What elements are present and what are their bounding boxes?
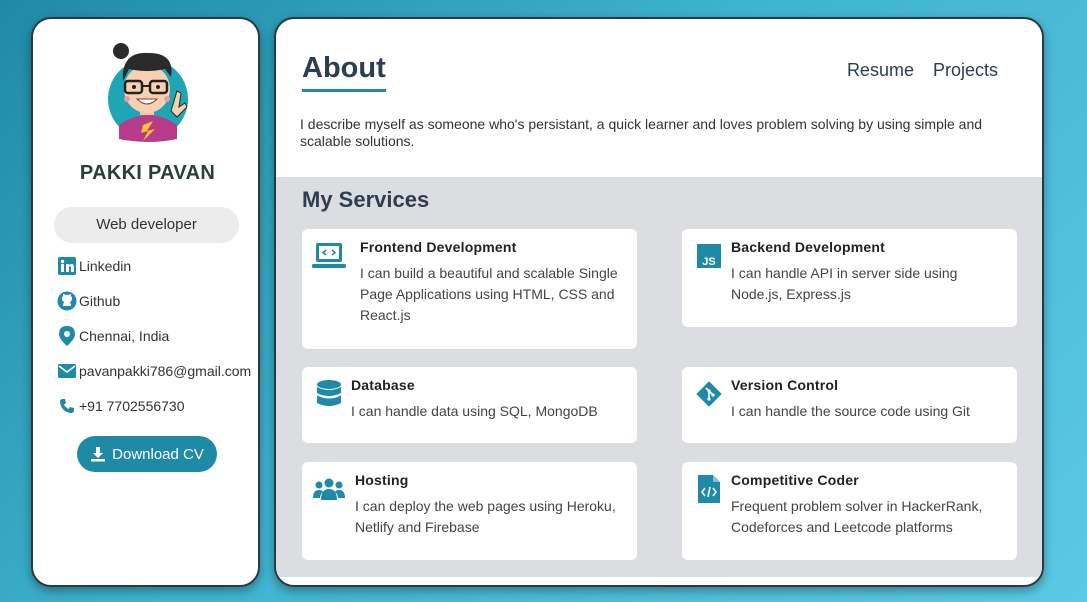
file-code-icon bbox=[692, 474, 726, 504]
git-icon bbox=[692, 379, 726, 409]
service-title: Backend Development bbox=[731, 239, 885, 255]
service-title: Version Control bbox=[731, 377, 839, 393]
location-item: Chennai, India bbox=[57, 325, 169, 347]
download-cv-label: Download CV bbox=[112, 445, 204, 463]
users-icon bbox=[312, 474, 346, 504]
mail-icon bbox=[57, 361, 77, 381]
service-text: I can deploy the web pages using Heroku,… bbox=[355, 498, 616, 535]
main-panel: About Resume Projects I describe myself … bbox=[274, 17, 1044, 587]
service-card-frontend: Frontend Development I can build a beaut… bbox=[302, 229, 637, 349]
linkedin-label: Linkedin bbox=[79, 258, 132, 274]
service-card-hosting: Hosting I can deploy the web pages using… bbox=[302, 462, 637, 560]
linkedin-link[interactable]: Linkedin bbox=[57, 255, 131, 277]
email-link[interactable]: pavanpakki786@gmail.com bbox=[57, 360, 251, 382]
service-title: Competitive Coder bbox=[731, 472, 859, 488]
page-title: About bbox=[302, 52, 386, 92]
linkedin-icon bbox=[57, 256, 77, 276]
phone-label: +91 7702556730 bbox=[79, 398, 185, 414]
profile-sidebar: PAKKI PAVAN Web developer Linkedin Githu… bbox=[31, 17, 260, 587]
avatar bbox=[108, 43, 188, 142]
service-text: I can handle API in server side using No… bbox=[731, 265, 958, 302]
github-icon bbox=[57, 291, 77, 311]
download-icon bbox=[91, 447, 106, 462]
phone-link[interactable]: +91 7702556730 bbox=[57, 395, 185, 417]
service-card-backend: JS Backend Development I can handle API … bbox=[682, 229, 1017, 327]
location-pin-icon bbox=[57, 326, 77, 346]
download-cv-button[interactable]: Download CV bbox=[77, 436, 217, 472]
database-icon bbox=[312, 379, 346, 409]
service-card-competitive: Competitive Coder Frequent problem solve… bbox=[682, 462, 1017, 560]
service-text: I can handle data using SQL, MongoDB bbox=[351, 403, 598, 419]
profile-name: PAKKI PAVAN bbox=[79, 162, 216, 184]
about-description: I describe myself as someone who's persi… bbox=[300, 116, 983, 149]
service-text: Frequent problem solver in HackerRank, C… bbox=[731, 498, 983, 535]
email-label: pavanpakki786@gmail.com bbox=[79, 363, 252, 379]
nav-resume[interactable]: Resume bbox=[847, 60, 914, 81]
nav-projects[interactable]: Projects bbox=[933, 60, 998, 81]
service-title: Hosting bbox=[355, 472, 409, 488]
service-text: I can build a beautiful and scalable Sin… bbox=[360, 265, 618, 323]
services-title: My Services bbox=[302, 187, 430, 212]
phone-icon bbox=[57, 396, 77, 416]
service-title: Database bbox=[351, 377, 415, 393]
laptop-code-icon bbox=[312, 241, 346, 271]
github-link[interactable]: Github bbox=[57, 290, 120, 312]
service-text: I can handle the source code using Git bbox=[731, 403, 970, 419]
github-label: Github bbox=[79, 293, 121, 309]
role-badge: Web developer bbox=[54, 207, 239, 243]
js-icon: JS bbox=[692, 241, 726, 271]
service-title: Frontend Development bbox=[360, 239, 517, 255]
top-nav: Resume Projects bbox=[847, 60, 998, 81]
location-label: Chennai, India bbox=[79, 328, 170, 344]
services-section: My Services Frontend Development I can b… bbox=[276, 177, 1042, 577]
svg-text:JS: JS bbox=[702, 256, 715, 268]
service-card-database: Database I can handle data using SQL, Mo… bbox=[302, 367, 637, 443]
service-card-version-control: Version Control I can handle the source … bbox=[682, 367, 1017, 443]
